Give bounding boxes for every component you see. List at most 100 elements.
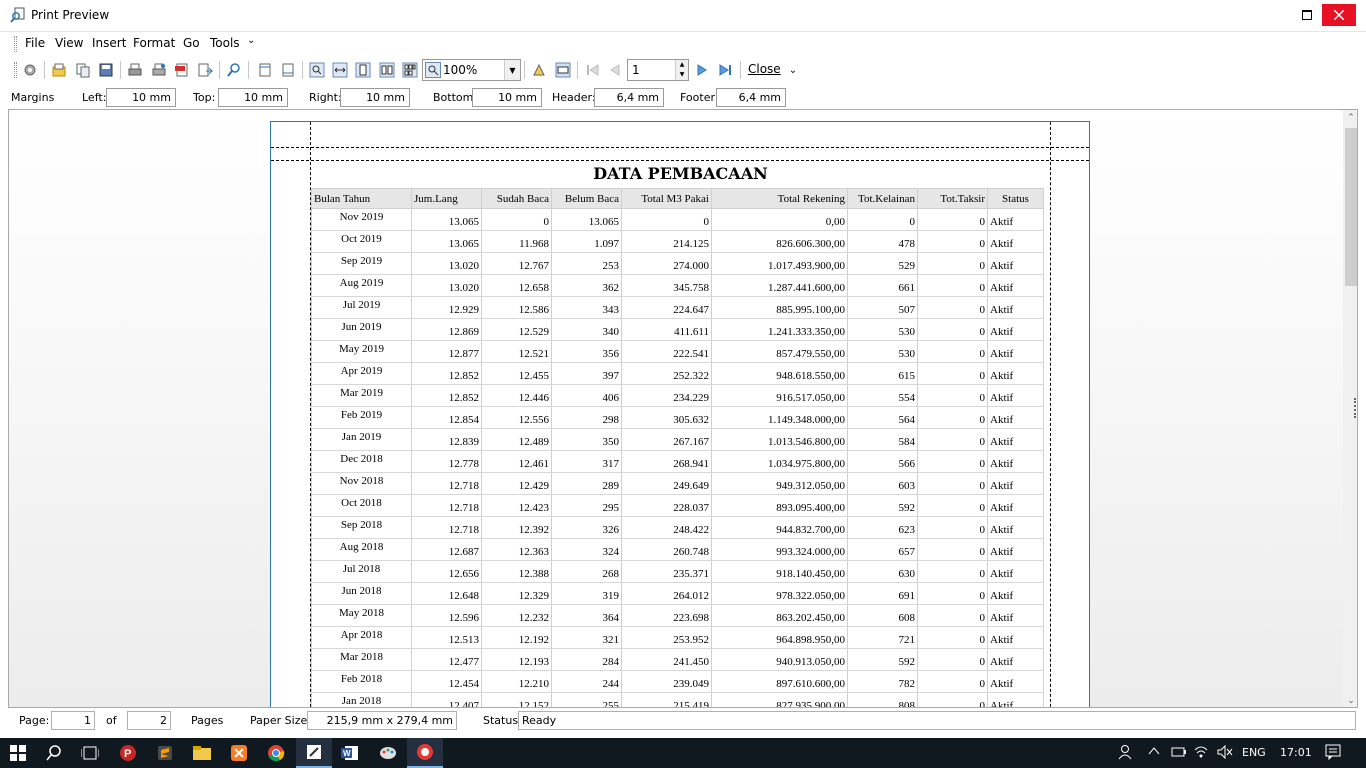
- sublime-icon[interactable]: [147, 738, 183, 768]
- previous-page-icon[interactable]: [605, 60, 625, 80]
- quick-print-icon[interactable]: [149, 60, 169, 80]
- menu-go[interactable]: Go: [183, 36, 200, 50]
- settings-gear-icon[interactable]: [20, 60, 40, 80]
- table-row: Feb 2019 12.854 12.556 298 305.632 1.149.348.…: [311, 406, 1044, 429]
- toolbar-grip[interactable]: [14, 62, 17, 78]
- xampp-icon[interactable]: [221, 738, 257, 768]
- find-icon[interactable]: [224, 60, 244, 80]
- open-icon[interactable]: [49, 60, 69, 80]
- task-view-icon[interactable]: [72, 738, 108, 768]
- table-row: Oct 2018 12.718 12.423 295 228.037 893.095.40…: [311, 494, 1044, 517]
- scroll-up-icon[interactable]: ⌃: [1343, 110, 1357, 126]
- menu-insert[interactable]: Insert: [92, 36, 126, 50]
- windows-start-icon[interactable]: [0, 738, 36, 768]
- total-pages-field: 2: [127, 711, 171, 730]
- table-cell: Nov 2019: [311, 208, 412, 231]
- table-cell: Jul 2019: [311, 296, 412, 319]
- menu-file[interactable]: File: [25, 36, 45, 50]
- chrome-icon[interactable]: [258, 738, 294, 768]
- bottom-margin-input[interactable]: 10 mm: [472, 88, 542, 107]
- table-cell: 264.012: [621, 582, 712, 605]
- table-cell: 356: [551, 340, 622, 363]
- first-page-icon[interactable]: [583, 60, 603, 80]
- table-cell: 530: [847, 340, 918, 363]
- thumbnails-icon[interactable]: [553, 60, 573, 80]
- zoom-select[interactable]: 100% ▼: [422, 59, 521, 81]
- one-page-icon[interactable]: [353, 60, 373, 80]
- menu-overflow-chevron-icon[interactable]: ⌄: [247, 35, 255, 46]
- table-cell: Jan 2018: [311, 692, 412, 707]
- table-cell: 12.392: [481, 516, 552, 539]
- notepad-icon[interactable]: [296, 738, 332, 768]
- app-p-icon[interactable]: P: [110, 738, 146, 768]
- file-explorer-icon[interactable]: [184, 738, 220, 768]
- page-width-icon[interactable]: [330, 60, 350, 80]
- table-cell: 253.952: [621, 626, 712, 649]
- language-indicator[interactable]: ENG: [1242, 746, 1266, 759]
- menu-grip[interactable]: [14, 36, 17, 52]
- table-cell: 239.049: [621, 670, 712, 693]
- table-cell: 12.852: [411, 384, 482, 407]
- maximize-button[interactable]: [1292, 0, 1322, 30]
- last-page-icon[interactable]: [715, 60, 735, 80]
- current-page-field: 1: [51, 711, 95, 730]
- table-cell: 0: [917, 538, 988, 561]
- page-footer-icon[interactable]: [278, 60, 298, 80]
- footer-margin-input[interactable]: 6,4 mm: [716, 88, 786, 107]
- delphi-icon[interactable]: [407, 738, 443, 768]
- table-cell: Jan 2019: [311, 428, 412, 451]
- volume-muted-icon[interactable]: [1217, 744, 1233, 762]
- save-icon[interactable]: [96, 60, 116, 80]
- chevron-down-icon[interactable]: ▼: [504, 60, 520, 80]
- table-cell: 808: [847, 692, 918, 707]
- paint-icon[interactable]: [370, 738, 406, 768]
- menu-tools[interactable]: Tools: [210, 36, 240, 50]
- notifications-icon[interactable]: [1325, 744, 1341, 763]
- header-margin-input[interactable]: 6,4 mm: [594, 88, 664, 107]
- top-margin-input[interactable]: 10 mm: [218, 88, 288, 107]
- battery-icon[interactable]: [1171, 745, 1187, 762]
- wifi-icon[interactable]: [1193, 743, 1209, 762]
- clock[interactable]: 17:01: [1280, 746, 1312, 759]
- scrollbar-thumb[interactable]: [1345, 128, 1357, 286]
- splitter-handle[interactable]: [1354, 398, 1357, 418]
- right-margin-input[interactable]: 10 mm: [340, 88, 410, 107]
- table-cell: Aktif: [987, 494, 1044, 517]
- page-number-value: 1: [632, 63, 640, 77]
- table-cell: 0: [917, 516, 988, 539]
- preview-area[interactable]: DATA PEMBACAAN Bulan Tahun Jum.Lang Suda…: [8, 109, 1358, 708]
- close-preview-button[interactable]: Close ⌄: [748, 62, 797, 76]
- table-row: Jul 2018 12.656 12.388 268 235.371 918.140.45…: [311, 560, 1044, 583]
- word-icon[interactable]: W: [332, 738, 368, 768]
- zoom-icon[interactable]: [307, 60, 327, 80]
- menu-format[interactable]: Format: [133, 36, 175, 50]
- table-cell: 827.935.900,00: [711, 692, 848, 707]
- table-row: Mar 2018 12.477 12.193 284 241.450 940.913.05…: [311, 648, 1044, 671]
- menu-view[interactable]: View: [55, 36, 83, 50]
- page-number-input[interactable]: 1 ▲ ▼: [627, 59, 689, 81]
- search-icon[interactable]: [36, 738, 72, 768]
- page-spinner-icon[interactable]: ▲ ▼: [675, 60, 688, 80]
- print-icon[interactable]: [125, 60, 145, 80]
- table-cell: 918.140.450,00: [711, 560, 848, 583]
- col-bulan-tahun: Bulan Tahun: [311, 188, 412, 209]
- close-chevron-down-icon[interactable]: ⌄: [789, 65, 797, 76]
- copy-icon[interactable]: [73, 60, 93, 80]
- tray-chevron-up-icon[interactable]: [1148, 745, 1160, 760]
- close-window-button[interactable]: [1322, 4, 1356, 26]
- table-cell: 1.017.493.900,00: [711, 252, 848, 275]
- export-pdf-icon[interactable]: [172, 60, 192, 80]
- page-header-icon[interactable]: [255, 60, 275, 80]
- table-cell: 0: [917, 230, 988, 253]
- page-label: Page:: [19, 714, 50, 727]
- table-cell: 530: [847, 318, 918, 341]
- multiple-pages-icon[interactable]: [400, 60, 420, 80]
- scroll-down-icon[interactable]: ⌄: [1343, 693, 1357, 707]
- next-page-icon[interactable]: [692, 60, 712, 80]
- export-icon[interactable]: [195, 60, 215, 80]
- left-margin-input[interactable]: 10 mm: [106, 88, 176, 107]
- table-cell: 12.529: [481, 318, 552, 341]
- people-icon[interactable]: [1118, 744, 1132, 763]
- two-pages-icon[interactable]: [377, 60, 397, 80]
- highlight-icon[interactable]: [529, 60, 549, 80]
